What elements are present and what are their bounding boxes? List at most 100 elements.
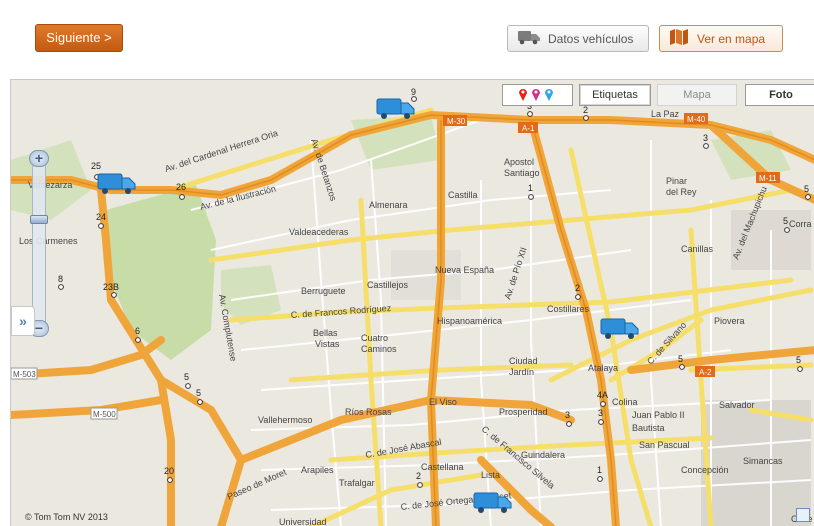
svg-text:Bellas: Bellas [313,328,338,338]
vehicle-marker[interactable] [600,315,640,341]
svg-text:20: 20 [164,466,174,476]
view-on-map-button[interactable]: Ver en mapa [659,25,783,52]
expand-icon[interactable] [796,508,810,522]
svg-text:Nueva España: Nueva España [435,265,494,275]
toolbar: Siguiente > Datos vehículos Ver en mapa [0,0,814,79]
zoom-slider-track[interactable] [32,164,46,324]
svg-text:3: 3 [598,408,603,418]
truck-icon [517,29,541,48]
svg-text:3: 3 [703,133,708,143]
svg-text:C. de Francos Rodríguez: C. de Francos Rodríguez [290,303,391,320]
svg-text:5: 5 [796,355,801,365]
svg-text:Concepción: Concepción [681,465,729,475]
svg-text:Juan Pablo II: Juan Pablo II [632,410,685,420]
svg-text:A-2: A-2 [699,368,712,377]
side-panel-toggle[interactable]: » [11,306,35,336]
map-copyright: © Tom Tom NV 2013 [25,512,108,522]
svg-text:Lista: Lista [481,470,500,480]
svg-text:Almenara: Almenara [369,200,408,210]
svg-text:5: 5 [804,184,809,194]
svg-text:M-11: M-11 [759,174,777,183]
svg-text:Ríos Rosas: Ríos Rosas [345,407,392,417]
vehicle-marker[interactable] [376,95,416,121]
svg-text:Arapiles: Arapiles [301,465,334,475]
truck-icon [600,318,639,339]
red-pin-icon [519,89,527,101]
svg-text:Trafalgar: Trafalgar [339,478,375,488]
svg-text:6: 6 [135,326,140,336]
svg-text:Apostol: Apostol [504,157,534,167]
svg-text:Corra: Corra [789,219,812,229]
next-button[interactable]: Siguiente > [35,24,123,52]
photo-layer-button[interactable]: Foto [745,84,814,106]
svg-text:M-30: M-30 [447,117,466,126]
svg-text:Prosperidad: Prosperidad [499,407,548,417]
blue-pin-icon [545,89,553,101]
svg-text:Caminos: Caminos [361,344,397,354]
svg-text:5: 5 [196,388,201,398]
zoom-in-button[interactable]: + [29,150,49,167]
svg-text:Pinar: Pinar [666,176,687,186]
svg-text:Cuatro: Cuatro [361,333,388,343]
vehicle-data-label: Datos vehículos [548,31,634,46]
map-view[interactable]: M-30 A-1 M-40 M-11 A-2 M-503 M-500 Av. d… [10,79,814,526]
svg-text:El Viso: El Viso [429,397,457,407]
svg-text:Ciudad: Ciudad [509,356,538,366]
svg-text:Vistas: Vistas [315,339,340,349]
poi-pins-toggle[interactable] [502,84,573,106]
svg-text:8: 8 [58,274,63,284]
page: Siguiente > Datos vehículos Ver en mapa … [0,0,814,526]
svg-text:Av. de Pío XII: Av. de Pío XII [502,246,528,301]
svg-text:2: 2 [575,283,580,293]
svg-text:Salvador: Salvador [719,400,755,410]
svg-text:5: 5 [184,372,189,382]
svg-text:Bautista: Bautista [632,423,665,433]
svg-text:5: 5 [678,354,683,364]
truck-icon [376,98,415,119]
svg-text:23B: 23B [103,282,119,292]
svg-text:Castilla: Castilla [448,190,478,200]
folded-map-icon [669,28,689,49]
truck-icon [473,492,512,513]
svg-text:Canillas: Canillas [681,244,714,254]
svg-text:M-503: M-503 [13,370,36,379]
svg-text:Simancas: Simancas [743,456,783,466]
svg-text:1: 1 [597,465,602,475]
svg-text:3: 3 [565,410,570,420]
svg-text:Berruguete: Berruguete [301,286,346,296]
svg-text:A-1: A-1 [522,124,535,133]
svg-text:2: 2 [416,471,421,481]
svg-text:Valdeacederas: Valdeacederas [289,227,349,237]
svg-text:Colina: Colina [612,397,638,407]
svg-text:Universidad: Universidad [279,517,327,526]
svg-text:San Pascual: San Pascual [639,440,690,450]
svg-text:M-40: M-40 [687,115,706,124]
svg-text:5: 5 [783,216,788,226]
layer-switcher: Etiquetas Mapa Foto [502,84,814,107]
vehicle-marker[interactable] [97,170,137,196]
svg-text:Castellana: Castellana [421,462,464,472]
vehicle-marker[interactable] [473,489,513,515]
svg-text:Costillares: Costillares [547,304,590,314]
svg-text:Hispanoamérica: Hispanoamérica [437,316,502,326]
svg-text:M-500: M-500 [93,410,116,419]
svg-text:Santiago: Santiago [504,168,540,178]
svg-text:4A: 4A [597,390,608,400]
svg-text:Vallehermoso: Vallehermoso [258,415,312,425]
svg-text:26: 26 [176,182,186,192]
map-layer-button[interactable]: Mapa [657,84,737,106]
svg-text:Castillejos: Castillejos [367,280,409,290]
svg-text:Jardín: Jardín [509,367,534,377]
svg-text:Guindalera: Guindalera [521,450,565,460]
view-on-map-label: Ver en mapa [697,31,766,46]
svg-text:Atalaya: Atalaya [588,363,618,373]
truck-icon [97,173,136,194]
svg-text:Piovera: Piovera [714,316,745,326]
svg-text:La Paz: La Paz [651,109,680,119]
svg-text:del Rey: del Rey [666,187,697,197]
vehicle-data-button[interactable]: Datos vehículos [507,25,649,52]
labels-layer-button[interactable]: Etiquetas [579,84,651,106]
zoom-slider-thumb[interactable] [30,215,48,224]
svg-text:1: 1 [528,183,533,193]
pink-pin-icon [532,89,540,101]
